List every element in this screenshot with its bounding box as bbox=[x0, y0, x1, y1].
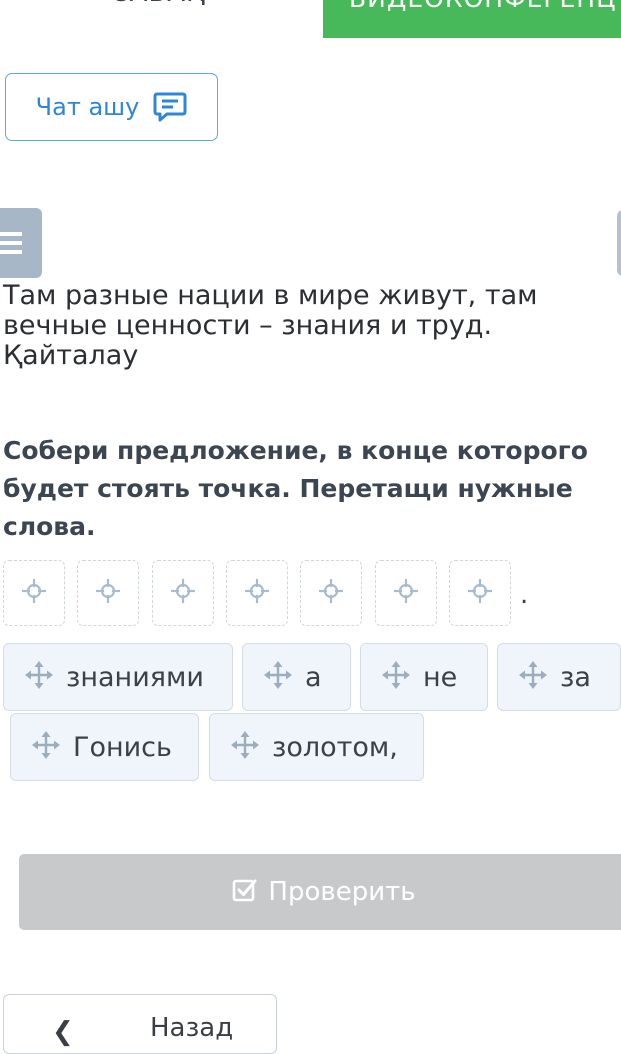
word-chip[interactable]: золотом, bbox=[209, 713, 424, 781]
crosshair-icon bbox=[95, 578, 121, 608]
move-icon bbox=[230, 730, 260, 764]
crosshair-icon bbox=[393, 578, 419, 608]
word-chip[interactable]: знаниями bbox=[3, 643, 233, 711]
word-chip-label: не bbox=[423, 661, 458, 693]
task-sentence: Там разные нации в мире живут, там вечны… bbox=[3, 281, 603, 371]
drop-slot[interactable] bbox=[375, 560, 437, 626]
word-chip-label: Гонись bbox=[73, 731, 172, 763]
word-chip-label: знаниями bbox=[66, 661, 204, 693]
task-instruction: Собери предложение, в конце которого буд… bbox=[3, 436, 588, 541]
crosshair-icon bbox=[170, 578, 196, 608]
word-chip[interactable]: а bbox=[242, 643, 351, 711]
hamburger-icon-bar bbox=[0, 241, 22, 245]
move-icon bbox=[31, 730, 61, 764]
arrow-left-icon: ❮ bbox=[52, 1017, 74, 1047]
open-chat-label: Чат ашу bbox=[35, 93, 140, 121]
sentence-text: Там разные нации в мире живут, там вечны… bbox=[3, 280, 538, 341]
word-chip-label: золотом, bbox=[272, 731, 398, 763]
crosshair-icon bbox=[467, 578, 493, 608]
right-panel-toggle[interactable] bbox=[617, 210, 621, 276]
move-icon bbox=[518, 660, 548, 694]
hamburger-icon-bar bbox=[0, 250, 22, 254]
word-chip-label: а bbox=[305, 661, 322, 693]
check-button[interactable]: Проверить bbox=[19, 854, 621, 930]
sentence-end-mark: . bbox=[520, 580, 529, 610]
chat-bubble-icon bbox=[153, 91, 187, 123]
checkbox-check-icon bbox=[232, 877, 258, 907]
back-button[interactable]: ❮ Назад bbox=[3, 994, 277, 1054]
crosshair-icon bbox=[21, 578, 47, 608]
check-button-label: Проверить bbox=[268, 877, 416, 907]
word-chip[interactable]: за bbox=[497, 643, 621, 711]
drop-slot[interactable] bbox=[226, 560, 288, 626]
move-icon bbox=[381, 660, 411, 694]
move-icon bbox=[24, 660, 54, 694]
drop-slot[interactable] bbox=[300, 560, 362, 626]
crosshair-icon bbox=[318, 578, 344, 608]
drop-slot[interactable] bbox=[152, 560, 214, 626]
crosshair-icon bbox=[244, 578, 270, 608]
tab-videoconference[interactable]: ВИДЕОКОНФЕРЕНЦ bbox=[323, 0, 621, 38]
menu-toggle[interactable] bbox=[0, 208, 42, 278]
word-chip[interactable]: Гонись bbox=[10, 713, 199, 781]
word-chip[interactable]: не bbox=[360, 643, 488, 711]
drop-slot[interactable] bbox=[449, 560, 511, 626]
word-chip-label: за bbox=[560, 661, 591, 693]
drop-slot[interactable] bbox=[3, 560, 65, 626]
tab-videoconference-label: ВИДЕОКОНФЕРЕНЦ bbox=[349, 0, 616, 13]
move-icon bbox=[263, 660, 293, 694]
tab-lesson[interactable]: САБАҚ bbox=[58, 0, 258, 8]
tab-lesson-label: САБАҚ bbox=[110, 0, 205, 8]
back-button-label: Назад bbox=[150, 1013, 234, 1043]
hamburger-icon bbox=[0, 232, 22, 236]
repeat-link[interactable]: Қайталау bbox=[3, 341, 603, 371]
drop-slot[interactable] bbox=[77, 560, 139, 626]
open-chat-button[interactable]: Чат ашу bbox=[5, 73, 218, 141]
